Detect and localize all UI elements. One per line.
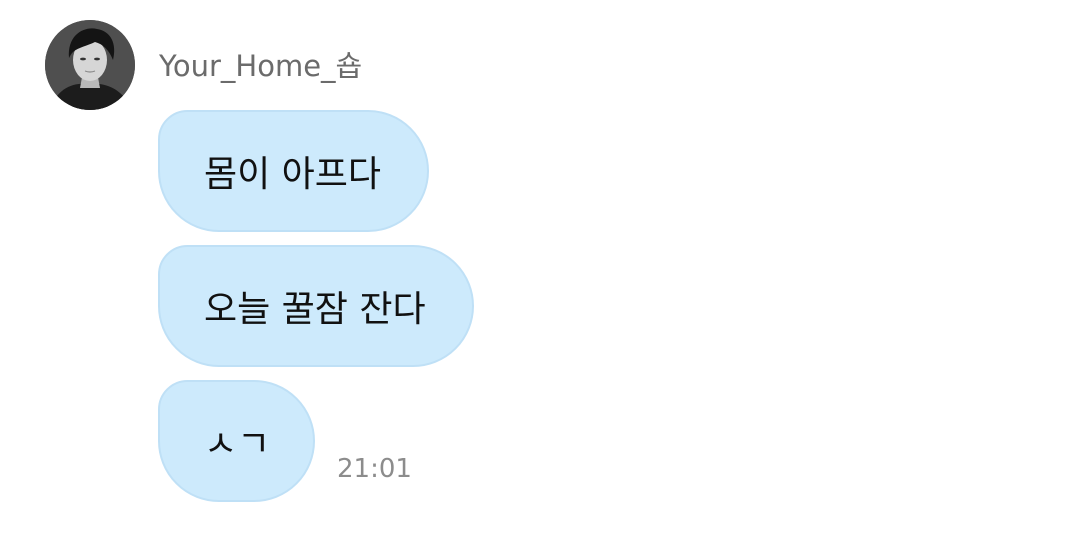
message-bubble[interactable]: 몸이 아프다 (158, 110, 429, 232)
message-text: 몸이 아프다 (204, 154, 382, 195)
message-text: ㅅㄱ (204, 424, 271, 465)
message-timestamp: 21:01 (337, 454, 412, 484)
message-text: 오늘 꿀잠 잔다 (204, 289, 426, 330)
profile-photo-icon (45, 20, 135, 110)
message-bubble[interactable]: ㅅㄱ (158, 380, 315, 502)
sender-name: Your_Home_숍 (159, 49, 363, 83)
message-bubble[interactable]: 오늘 꿀잠 잔다 (158, 245, 474, 367)
avatar[interactable] (45, 20, 135, 110)
